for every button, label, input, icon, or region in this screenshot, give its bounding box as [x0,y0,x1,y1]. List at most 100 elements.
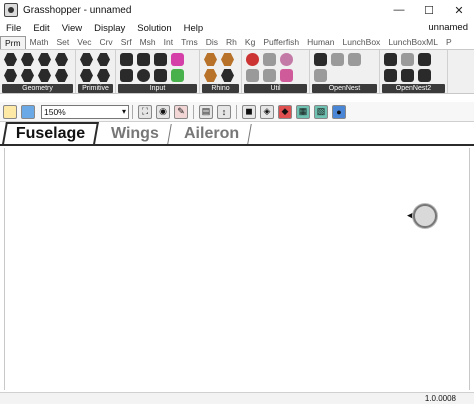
tab-srf[interactable]: Srf [117,36,136,49]
ribbon-group-util: Util [242,50,310,93]
rhino-icon[interactable] [221,69,234,82]
tab-vec[interactable]: Vec [73,36,95,49]
input-icon[interactable] [171,53,184,66]
tab-aileron-label: Aileron [184,125,240,142]
tab-lunchboxml[interactable]: LunchBoxML [384,36,442,49]
open-file-icon[interactable] [3,104,17,119]
util-icon[interactable] [246,53,259,66]
rhino-icon[interactable] [204,53,217,66]
mesh-quality-icon[interactable]: ▧ [314,104,328,119]
menu-edit[interactable]: Edit [27,23,55,34]
colour-sphere-icon[interactable]: ● [332,104,346,119]
opennest2-icon[interactable] [384,69,397,82]
tab-kg[interactable]: Kg [241,36,259,49]
util-icon[interactable] [263,69,276,82]
opennest2-icon[interactable] [418,53,431,66]
shaded-preview-icon[interactable]: ◼ [242,104,256,119]
tab-msh[interactable]: Msh [136,36,160,49]
geometry-icon[interactable] [55,53,68,66]
wire-display-icon[interactable]: ▤ [199,104,213,119]
input-icon[interactable] [171,69,184,82]
geometry-icon[interactable] [21,69,34,82]
grasshopper-app-icon [4,3,18,17]
sketch-icon[interactable]: ✎ [174,104,188,119]
geometry-icon[interactable] [21,53,34,66]
toolbar-separator [236,104,237,119]
tab-wings[interactable]: Wings [99,124,172,144]
input-icon[interactable] [120,69,133,82]
opennest2-icon[interactable] [418,69,431,82]
selected-only-icon[interactable]: ◆ [278,104,292,119]
geometry-icon[interactable] [4,69,17,82]
input-icon[interactable] [154,53,167,66]
util-icon[interactable] [246,69,259,82]
tab-dis[interactable]: Dis [202,36,222,49]
input-icon[interactable] [120,53,133,66]
primitive-icon[interactable] [97,69,110,82]
rhino-icon[interactable] [204,69,217,82]
primitive-icon[interactable] [80,53,93,66]
version-label: 1.0.0008 [424,394,456,403]
tab-p[interactable]: P [442,36,456,49]
geometry-icon[interactable] [38,53,51,66]
util-icon[interactable] [263,53,276,66]
zoom-extents-icon[interactable]: ⛶ [138,104,152,119]
solver-icon[interactable]: ↕ [217,104,231,119]
tab-fuselage[interactable]: Fuselage [2,122,100,144]
primitive-icon[interactable] [97,53,110,66]
menu-help[interactable]: Help [178,23,210,34]
zoom-level-select[interactable]: 150% ▾ [41,104,129,119]
input-icon[interactable] [154,69,167,82]
tab-aileron[interactable]: Aileron [172,124,253,144]
tab-human[interactable]: Human [303,36,338,49]
input-icon[interactable] [137,69,150,82]
opennest2-icon[interactable] [401,53,414,66]
opennest2-icon[interactable] [384,53,397,66]
canvas-node-component[interactable] [413,204,437,228]
util-icon[interactable] [280,69,293,82]
mesh-quality-icon[interactable]: ▦ [296,104,310,119]
primitive-icon[interactable] [80,69,93,82]
tab-pufferfish[interactable]: Pufferfish [259,36,303,49]
geometry-icon[interactable] [55,69,68,82]
opennest-icon[interactable] [331,53,344,66]
menu-file[interactable]: File [0,23,27,34]
menu-solution[interactable]: Solution [131,23,177,34]
chevron-down-icon: ▾ [121,106,126,116]
tab-lunchbox[interactable]: LunchBox [339,36,385,49]
rhino-icon[interactable] [221,53,234,66]
tab-int[interactable]: Int [160,36,177,49]
toolbar-separator [132,104,133,119]
opennest2-icon[interactable] [401,69,414,82]
close-button[interactable]: ✕ [444,0,474,20]
ribbon-group-opennest2: OpenNest2 [380,50,448,93]
ribbon-group-rhino: Rhino [200,50,242,93]
menu-view[interactable]: View [56,23,88,34]
ribbon-group-primitive: Primitive [76,50,116,93]
grasshopper-canvas[interactable]: ◀ [4,148,470,390]
tab-trns[interactable]: Trns [177,36,202,49]
opennest-icon[interactable] [314,53,327,66]
tab-rh[interactable]: Rh [222,36,241,49]
title-bar: Grasshopper - unnamed — ☐ ✕ [0,0,474,20]
ribbon-group-label: Primitive [78,84,113,93]
tab-math[interactable]: Math [26,36,53,49]
document-name: unnamed [428,22,468,33]
preview-eye-icon[interactable]: ◉ [156,104,170,119]
input-icon[interactable] [137,53,150,66]
ribbon-group-opennest: OpenNest [310,50,380,93]
opennest-icon[interactable] [348,53,361,66]
minimize-button[interactable]: — [384,0,414,20]
tab-crv[interactable]: Crv [95,36,116,49]
geometry-icon[interactable] [4,53,17,66]
preview-mode-icon[interactable]: ◈ [260,104,274,119]
save-icon[interactable] [21,104,35,119]
util-icon[interactable] [280,53,293,66]
maximize-button[interactable]: ☐ [414,0,444,20]
tab-prm[interactable]: Prm [0,36,26,49]
tab-set[interactable]: Set [53,36,74,49]
tab-fuselage-label: Fuselage [15,125,86,142]
menu-display[interactable]: Display [88,23,131,34]
geometry-icon[interactable] [38,69,51,82]
opennest-icon[interactable] [314,69,327,82]
